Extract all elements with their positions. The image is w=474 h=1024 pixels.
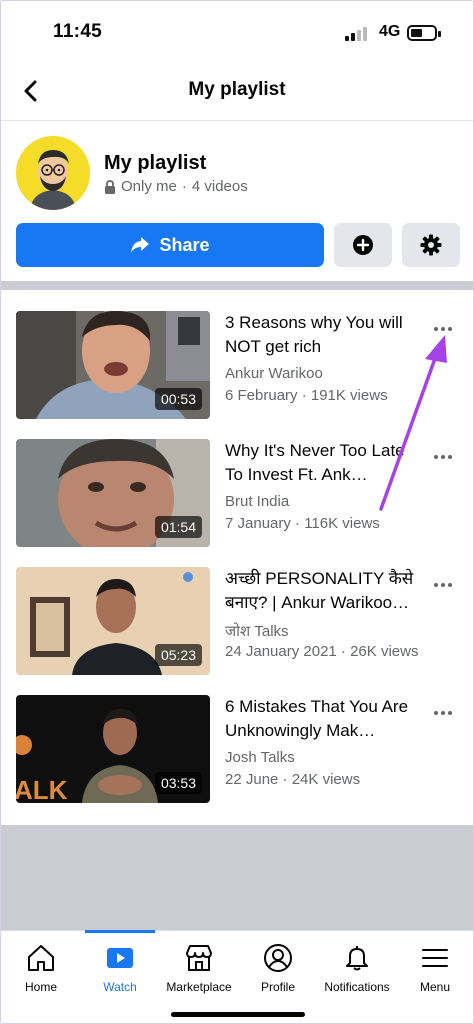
nav-label: Home	[24, 980, 57, 994]
bell-icon	[346, 946, 368, 971]
profile-icon	[264, 944, 292, 972]
nav-label: Notifications	[324, 980, 390, 994]
home-indicator	[171, 1012, 305, 1017]
playlist-meta: Only me · 4 videos	[104, 178, 248, 195]
video-stats: 6 February · 191K views	[225, 387, 388, 404]
more-options-button[interactable]	[431, 447, 455, 467]
nav-menu[interactable]: Menu	[395, 931, 473, 1001]
video-title[interactable]: अच्छी PERSONALITY कैसे बनाए? | Ankur War…	[225, 567, 425, 615]
nav-marketplace[interactable]: Marketplace	[159, 931, 239, 1001]
video-channel[interactable]: Josh Talks	[225, 749, 295, 766]
status-bar: 11:45 4G	[1, 1, 473, 61]
privacy-label: Only me	[121, 178, 177, 195]
video-item[interactable]: 05:23 अच्छी PERSONALITY कैसे बनाए? | Ank…	[1, 567, 473, 677]
video-channel[interactable]: Ankur Warikoo	[225, 365, 323, 382]
video-duration: 03:53	[154, 772, 202, 794]
video-count: 4 videos	[191, 178, 248, 195]
gear-icon	[420, 234, 442, 256]
video-item[interactable]: 01:54 Why It's Never Too Late To Invest …	[1, 439, 473, 549]
more-options-button[interactable]	[431, 319, 455, 339]
more-options-button[interactable]	[431, 575, 455, 595]
video-title[interactable]: Why It's Never Too Late To Invest Ft. An…	[225, 439, 425, 487]
section-divider	[1, 281, 473, 290]
status-time: 11:45	[53, 21, 103, 42]
video-duration: 05:23	[154, 644, 202, 666]
page-header: My playlist	[1, 61, 473, 121]
nav-profile[interactable]: Profile	[238, 931, 318, 1001]
nav-label: Profile	[260, 980, 295, 994]
nav-notifications[interactable]: Notifications	[317, 931, 397, 1001]
bottom-nav: Home Watch Marketplace Profile Notificat…	[1, 930, 473, 1023]
video-duration: 01:54	[154, 516, 202, 538]
nav-home[interactable]: Home	[1, 931, 81, 1001]
video-stats: 24 January 2021 · 26K views	[225, 643, 419, 660]
playlist-info: My playlist Only me · 4 videos	[16, 134, 458, 214]
playlist-actions: Share	[16, 223, 460, 267]
playlist-settings-button[interactable]	[402, 223, 460, 267]
page-title: My playlist	[188, 79, 286, 100]
nav-watch[interactable]: Watch	[80, 931, 160, 1001]
battery-icon	[407, 25, 441, 41]
playlist-name: My playlist	[104, 152, 207, 174]
share-button[interactable]: Share	[16, 223, 324, 267]
watch-icon	[107, 948, 133, 968]
video-thumbnail[interactable]: 05:23	[16, 567, 210, 675]
nav-label: Marketplace	[166, 980, 232, 994]
more-options-button[interactable]	[431, 703, 455, 723]
marketplace-icon	[186, 945, 212, 971]
video-stats: 22 June · 24K views	[225, 771, 361, 788]
share-button-label: Share	[159, 234, 210, 255]
plus-circle-icon	[353, 235, 373, 255]
empty-area	[1, 825, 473, 930]
share-arrow-icon	[131, 237, 150, 253]
video-thumbnail[interactable]: 01:54	[16, 439, 210, 547]
video-thumbnail[interactable]: ALK 03:53	[16, 695, 210, 803]
video-list: 00:53 3 Reasons why You will NOT get ric…	[1, 290, 473, 825]
video-channel[interactable]: Brut India	[225, 493, 289, 510]
add-video-button[interactable]	[334, 223, 392, 267]
video-title[interactable]: 6 Mistakes That You Are Unknowingly Mak…	[225, 695, 425, 743]
svg-text:ALK: ALK	[16, 775, 68, 803]
nav-label: Watch	[103, 980, 137, 994]
home-icon	[28, 945, 54, 971]
avatar[interactable]	[16, 136, 90, 210]
meta-separator: ·	[181, 178, 187, 195]
app-screen: 11:45 4G My playlist My playlist Only me…	[0, 0, 474, 1024]
video-duration: 00:53	[154, 388, 202, 410]
nav-label: Menu	[419, 980, 451, 994]
lock-icon	[105, 179, 115, 194]
menu-icon	[422, 949, 448, 967]
signal-icon	[345, 25, 371, 41]
video-item[interactable]: 00:53 3 Reasons why You will NOT get ric…	[1, 311, 473, 421]
video-channel[interactable]: जोश Talks	[225, 621, 289, 641]
video-stats: 7 January · 116K views	[225, 515, 380, 532]
network-type: 4G	[379, 23, 401, 40]
video-title[interactable]: 3 Reasons why You will NOT get rich	[225, 311, 425, 359]
video-thumbnail[interactable]: 00:53	[16, 311, 210, 419]
video-item[interactable]: ALK 03:53 6 Mistakes That You Are Unknow…	[1, 695, 473, 805]
